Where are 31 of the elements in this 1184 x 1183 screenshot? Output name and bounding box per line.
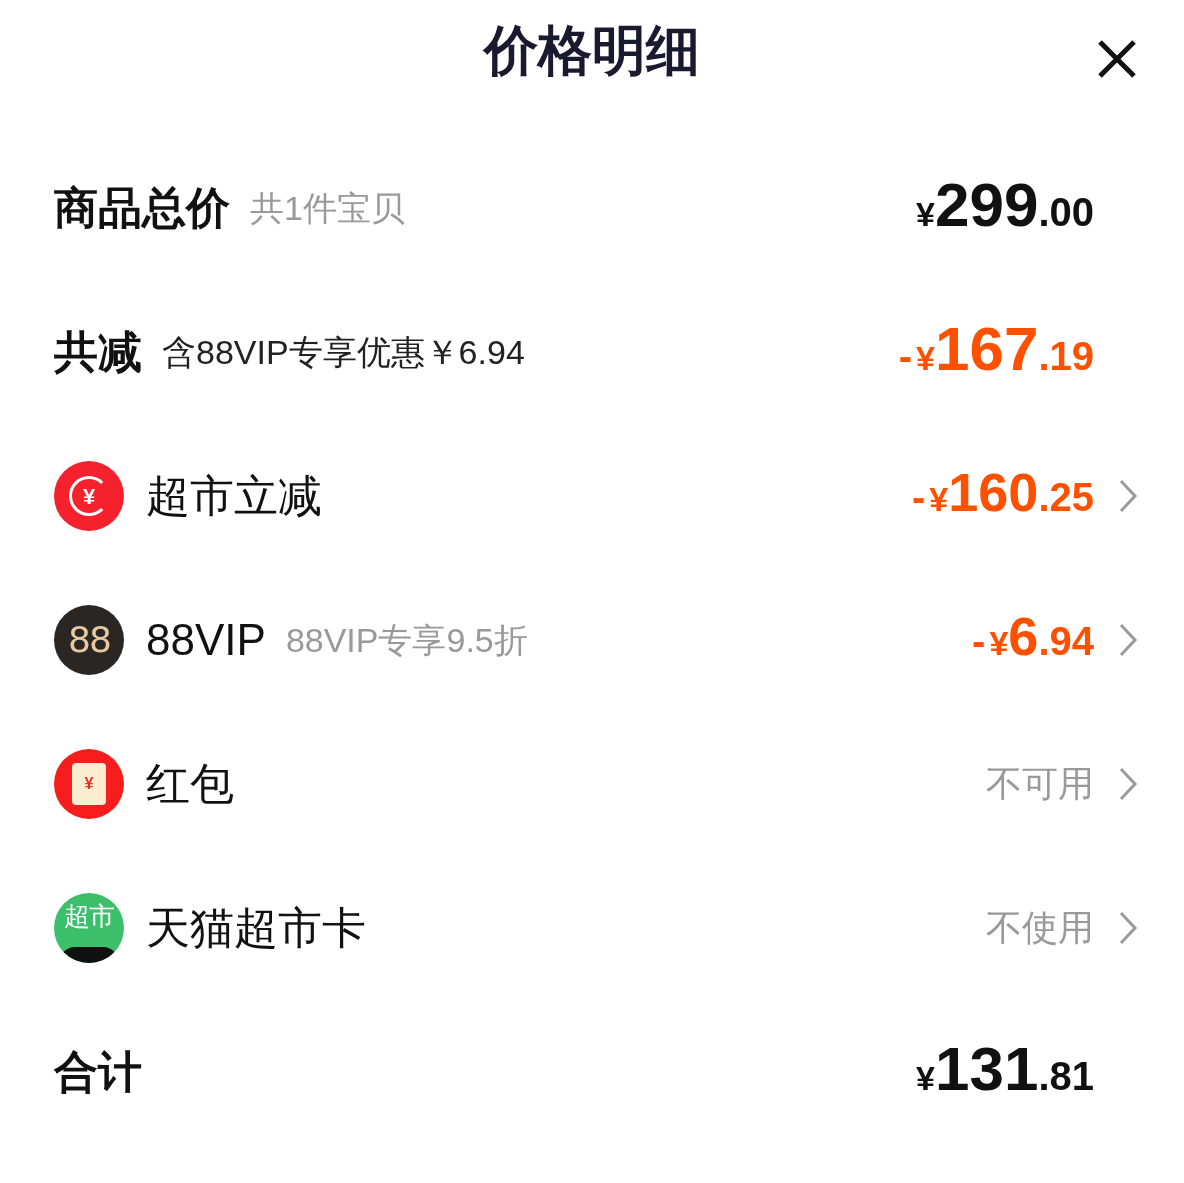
price-text: -¥160.25 (912, 465, 1094, 524)
discount-row[interactable]: ¥ 超市立减 -¥160.25 (0, 424, 1184, 568)
price-text: -¥6.94 (972, 609, 1094, 668)
row-label: 超市立减 (146, 470, 322, 522)
row-note: 共1件宝贝 (250, 187, 405, 229)
status-text: 不可用 (986, 762, 1094, 806)
price-text: ¥299.00 (916, 174, 1094, 241)
row-note: 88VIP专享9.5折 (285, 619, 528, 661)
close-icon (1097, 39, 1137, 79)
chevron-right-icon (1118, 478, 1138, 514)
row-label: 天猫超市卡 (146, 902, 366, 954)
chevron-right-icon (1118, 622, 1138, 658)
row-note: 含88VIP专享优惠￥6.94 (162, 331, 525, 373)
vip-icon: 88 (54, 605, 124, 675)
status-text: 不使用 (986, 906, 1094, 950)
chevron-right-icon (1118, 766, 1138, 802)
row-label: 红包 (146, 758, 234, 810)
row-label: 商品总价 (54, 182, 230, 234)
discount-row[interactable]: 88 88VIP 88VIP专享9.5折 -¥6.94 (0, 568, 1184, 712)
row-label: 88VIP (146, 614, 266, 666)
chevron-right-icon (1118, 910, 1138, 946)
row-label: 共减 (54, 326, 142, 378)
discount-row[interactable]: ¥ 红包 不可用 (0, 712, 1184, 856)
envelope-icon: ¥ (54, 749, 124, 819)
price-text: ¥131.81 (916, 1038, 1094, 1105)
discount-row[interactable]: 超市 天猫超市卡 不使用 (0, 856, 1184, 1000)
price-text: -¥167.19 (898, 318, 1094, 385)
dialog-title: 价格明细 (484, 18, 700, 82)
rebate-icon: ¥ (54, 461, 124, 531)
row-label: 合计 (54, 1046, 142, 1098)
supermarket-card-icon: 超市 (54, 893, 124, 963)
